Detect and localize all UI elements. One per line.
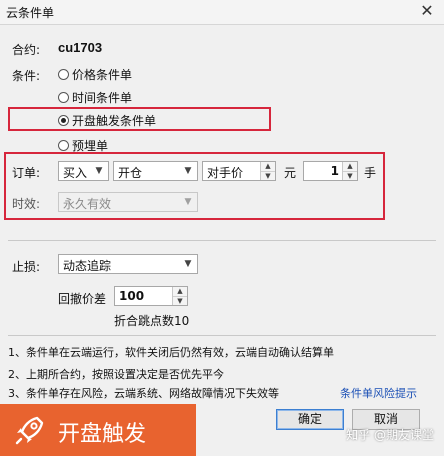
contract-label: 合约: [12,43,41,57]
price-type-spinner[interactable]: 对手价 ▲ ▼ [202,161,276,181]
divider [8,240,436,241]
direction-value: 买入 [63,166,88,180]
stop-loss-value: 动态追踪 [63,259,112,273]
note-line: 2、上期所合约，按照设置决定是否优先平今 [8,368,224,381]
radio-icon [58,140,69,151]
offset-select[interactable]: 开仓 ▼ [113,161,198,181]
radio-icon [58,69,69,80]
radio-label: 开盘触发条件单 [72,114,157,128]
spin-up-icon[interactable]: ▲ [173,287,187,297]
spin-down-icon[interactable]: ▼ [173,297,187,306]
radio-price-condition[interactable]: 价格条件单 [58,66,132,83]
spin-down-icon[interactable]: ▼ [343,172,357,181]
quantity-unit-label: 手 [364,166,377,180]
price-unit-label: 元 [284,166,297,180]
note-line: 1、条件单在云端运行，软件关闭后仍然有效，云端自动确认结算单 [8,346,334,359]
spinner-buttons[interactable]: ▲ ▼ [342,162,357,180]
radio-icon [58,92,69,103]
pullback-spinner[interactable]: 100 ▲ ▼ [114,286,188,306]
spinner-buttons[interactable]: ▲ ▼ [260,162,275,180]
radio-selected-icon [58,115,69,126]
risk-warning-link[interactable]: 条件单风险提示 [340,385,417,401]
stop-loss-label: 止损: [12,260,41,274]
radio-label: 价格条件单 [72,68,133,82]
ok-button[interactable]: 确定 [276,409,344,430]
condition-label: 条件: [12,69,41,83]
open-trigger-banner: 开盘触发 [0,404,196,456]
validity-label: 时效: [12,197,41,211]
window-title: 云条件单 [6,6,55,20]
close-icon[interactable]: ✕ [418,2,436,20]
pullback-label: 回撤价差 [58,292,107,306]
title-bar[interactable]: 云条件单 ✕ [0,0,444,25]
offset-value: 开仓 [118,166,143,180]
chevron-down-icon: ▼ [95,166,103,176]
contract-value: cu1703 [58,40,103,55]
spin-up-icon[interactable]: ▲ [343,162,357,172]
price-type-value: 对手价 [207,166,244,180]
quantity-value: 1 [330,164,339,178]
chevron-down-icon: ▼ [184,166,192,176]
spin-up-icon[interactable]: ▲ [261,162,275,172]
stop-loss-select[interactable]: 动态追踪 ▼ [58,254,198,274]
conditional-order-dialog: 云条件单 ✕ 合约: cu1703 条件: 价格条件单 时间条件单 开盘触发条件… [0,0,444,456]
tick-count-note: 折合跳点数10 [114,314,190,328]
radio-time-condition[interactable]: 时间条件单 [58,89,132,106]
quantity-spinner[interactable]: 1 ▲ ▼ [303,161,358,181]
watermark: 知乎 @期友课堂 [346,428,434,442]
spinner-buttons[interactable]: ▲ ▼ [172,287,187,305]
chevron-down-icon: ▼ [184,259,192,269]
chevron-down-icon: ▼ [184,197,192,207]
note-line: 3、条件单存在风险，云端系统、网络故障情况下失效等 [8,387,279,400]
divider [8,335,436,336]
radio-label: 预埋单 [72,139,109,153]
direction-select[interactable]: 买入 ▼ [58,161,109,181]
radio-label: 时间条件单 [72,91,133,105]
spin-down-icon[interactable]: ▼ [261,172,275,181]
banner-text: 开盘触发 [58,422,147,447]
validity-value: 永久有效 [63,197,112,211]
pullback-value: 100 [119,289,145,303]
order-label: 订单: [12,166,41,180]
rocket-icon [15,416,44,445]
radio-open-trigger-condition[interactable]: 开盘触发条件单 [58,112,156,129]
validity-select: 永久有效 ▼ [58,192,198,212]
